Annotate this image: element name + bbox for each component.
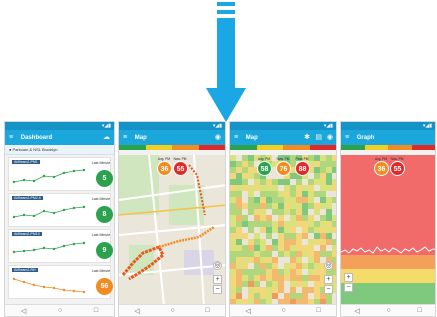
heatmap-view[interactable]: Avg. PM Now. PM Peak PM 58 76 88 + − ◎ bbox=[230, 155, 336, 304]
heatmap-grid bbox=[230, 155, 336, 304]
map-view[interactable]: Avg. PM Now. PM 36 55 + − ◎ bbox=[119, 155, 225, 304]
menu-icon[interactable]: ≡ bbox=[345, 130, 349, 145]
recents-icon[interactable]: □ bbox=[94, 307, 98, 314]
zoom-in-button[interactable]: + bbox=[344, 273, 353, 282]
camera-icon[interactable]: ◉ bbox=[215, 130, 221, 145]
app-bar: ≡ Map ◉ bbox=[119, 130, 225, 145]
air-quality-scale bbox=[341, 145, 435, 150]
recents-icon[interactable]: □ bbox=[205, 307, 209, 314]
avg-pm-badge: 58 bbox=[257, 161, 272, 176]
menu-icon[interactable]: ≡ bbox=[9, 130, 13, 145]
sparkline-chart bbox=[12, 241, 86, 254]
status-bar: ▾◢▮ bbox=[5, 122, 114, 130]
page-title: Map bbox=[245, 135, 258, 141]
camera-icon[interactable]: ◉ bbox=[327, 130, 333, 145]
menu-icon[interactable]: ≡ bbox=[123, 130, 127, 145]
phone-dashboard: ▾◢▮ ≡ Dashboard ☁ ● Parkcam & NSL Brookl… bbox=[4, 121, 115, 317]
zoom-out-button[interactable]: − bbox=[324, 285, 333, 294]
status-bar: ▾◢▮ bbox=[341, 122, 435, 130]
sensor-name: AirBeam2-PM1 bbox=[12, 160, 40, 164]
value-badge: 9 bbox=[96, 242, 113, 259]
back-icon[interactable]: ◁ bbox=[134, 307, 139, 315]
graph-bands bbox=[341, 155, 435, 304]
page-title: Dashboard bbox=[20, 135, 53, 141]
value-badge: 56 bbox=[96, 278, 113, 295]
air-quality-scale bbox=[230, 145, 336, 150]
app-bar: ≡ Graph bbox=[341, 130, 435, 145]
sensor-name: AirBeam2-PM10 bbox=[12, 232, 42, 236]
app-bar: ≡ Map ✱ ▤ ◉ bbox=[230, 130, 336, 145]
now-pm-badge: 55 bbox=[390, 161, 405, 176]
down-arrow-icon bbox=[206, 2, 246, 122]
now-pm-badge: 55 bbox=[173, 161, 188, 176]
avg-pm-badge: 36 bbox=[157, 161, 172, 176]
now-pm-badge: 76 bbox=[276, 161, 291, 176]
sensor-card[interactable]: AirBeam2-PM10 Last Minute 9 bbox=[8, 229, 113, 263]
air-quality-scale bbox=[119, 145, 225, 150]
back-icon[interactable]: ◁ bbox=[354, 307, 359, 315]
last-minute-label: Last Minute bbox=[91, 197, 111, 201]
avg-pm-badge: 36 bbox=[374, 161, 389, 176]
app-bar: ≡ Dashboard ☁ bbox=[5, 130, 114, 145]
status-bar: ▾◢▮ bbox=[119, 122, 225, 130]
sparkline-chart bbox=[12, 168, 86, 184]
recents-icon[interactable]: □ bbox=[417, 307, 421, 314]
settings-icon[interactable]: ✱ bbox=[304, 130, 310, 145]
value-badge: 8 bbox=[96, 206, 113, 223]
sensor-card[interactable]: AirBeam2-RH Last Minute 56 bbox=[8, 265, 113, 299]
sparkline-chart bbox=[12, 205, 86, 219]
back-icon[interactable]: ◁ bbox=[21, 307, 26, 315]
home-icon[interactable]: ○ bbox=[281, 307, 285, 314]
location-label: ● Parkcam & NSL Brooklyn bbox=[5, 145, 114, 155]
locate-icon[interactable]: ◎ bbox=[213, 261, 222, 270]
nav-bar: ◁ ○ □ bbox=[119, 304, 225, 316]
peak-pm-badge: 88 bbox=[295, 161, 310, 176]
last-minute-label: Last Minute bbox=[91, 269, 111, 273]
home-icon[interactable]: ○ bbox=[58, 307, 62, 314]
nav-bar: ◁ ○ □ bbox=[5, 304, 114, 316]
last-minute-label: Last Minute bbox=[91, 233, 111, 237]
locate-icon[interactable]: ◎ bbox=[324, 261, 333, 270]
sensor-card[interactable]: AirBeam2-PM2.5 Last Minute 8 bbox=[8, 193, 113, 227]
zoom-in-button[interactable]: + bbox=[213, 275, 222, 284]
nav-bar: ◁ ○ □ bbox=[230, 304, 336, 316]
back-icon[interactable]: ◁ bbox=[245, 307, 250, 315]
home-icon[interactable]: ○ bbox=[170, 307, 174, 314]
last-minute-label: Last Minute bbox=[91, 161, 111, 165]
phone-graph: ▾◢▮ ≡ Graph Avg. PM Now. PM 36 55 + − ◁ bbox=[340, 121, 436, 317]
zoom-in-button[interactable]: + bbox=[324, 275, 333, 284]
cloud-icon[interactable]: ☁ bbox=[103, 130, 110, 145]
map-tiles bbox=[119, 155, 225, 304]
graph-view[interactable]: Avg. PM Now. PM 36 55 + − bbox=[341, 155, 435, 304]
page-title: Graph bbox=[356, 135, 375, 141]
zoom-out-button[interactable]: − bbox=[213, 285, 222, 294]
status-bar: ▾◢▮ bbox=[230, 122, 336, 130]
sensor-card[interactable]: AirBeam2-PM1 Last Minute 5 bbox=[8, 157, 113, 191]
menu-icon[interactable]: ≡ bbox=[234, 130, 238, 145]
page-title: Map bbox=[134, 135, 147, 141]
layers-icon[interactable]: ▤ bbox=[315, 130, 322, 145]
zoom-out-button[interactable]: − bbox=[344, 283, 353, 292]
phone-heatmap: ▾◢▮ ≡ Map ✱ ▤ ◉ Avg. PM Now. PM Peak PM … bbox=[229, 121, 337, 317]
nav-bar: ◁ ○ □ bbox=[341, 304, 435, 316]
app-showcase: ▾◢▮ ≡ Dashboard ☁ ● Parkcam & NSL Brookl… bbox=[0, 0, 437, 317]
home-icon[interactable]: ○ bbox=[386, 307, 390, 314]
value-badge: 5 bbox=[96, 170, 113, 187]
sparkline-chart bbox=[12, 277, 86, 294]
recents-icon[interactable]: □ bbox=[316, 307, 320, 314]
sensor-name: AirBeam2-PM2.5 bbox=[12, 196, 43, 200]
sensor-name: AirBeam2-RH bbox=[12, 268, 38, 272]
phone-map: ▾◢▮ ≡ Map ◉ Avg. PM Now. PM 36 55 + − ◎ … bbox=[118, 121, 226, 317]
